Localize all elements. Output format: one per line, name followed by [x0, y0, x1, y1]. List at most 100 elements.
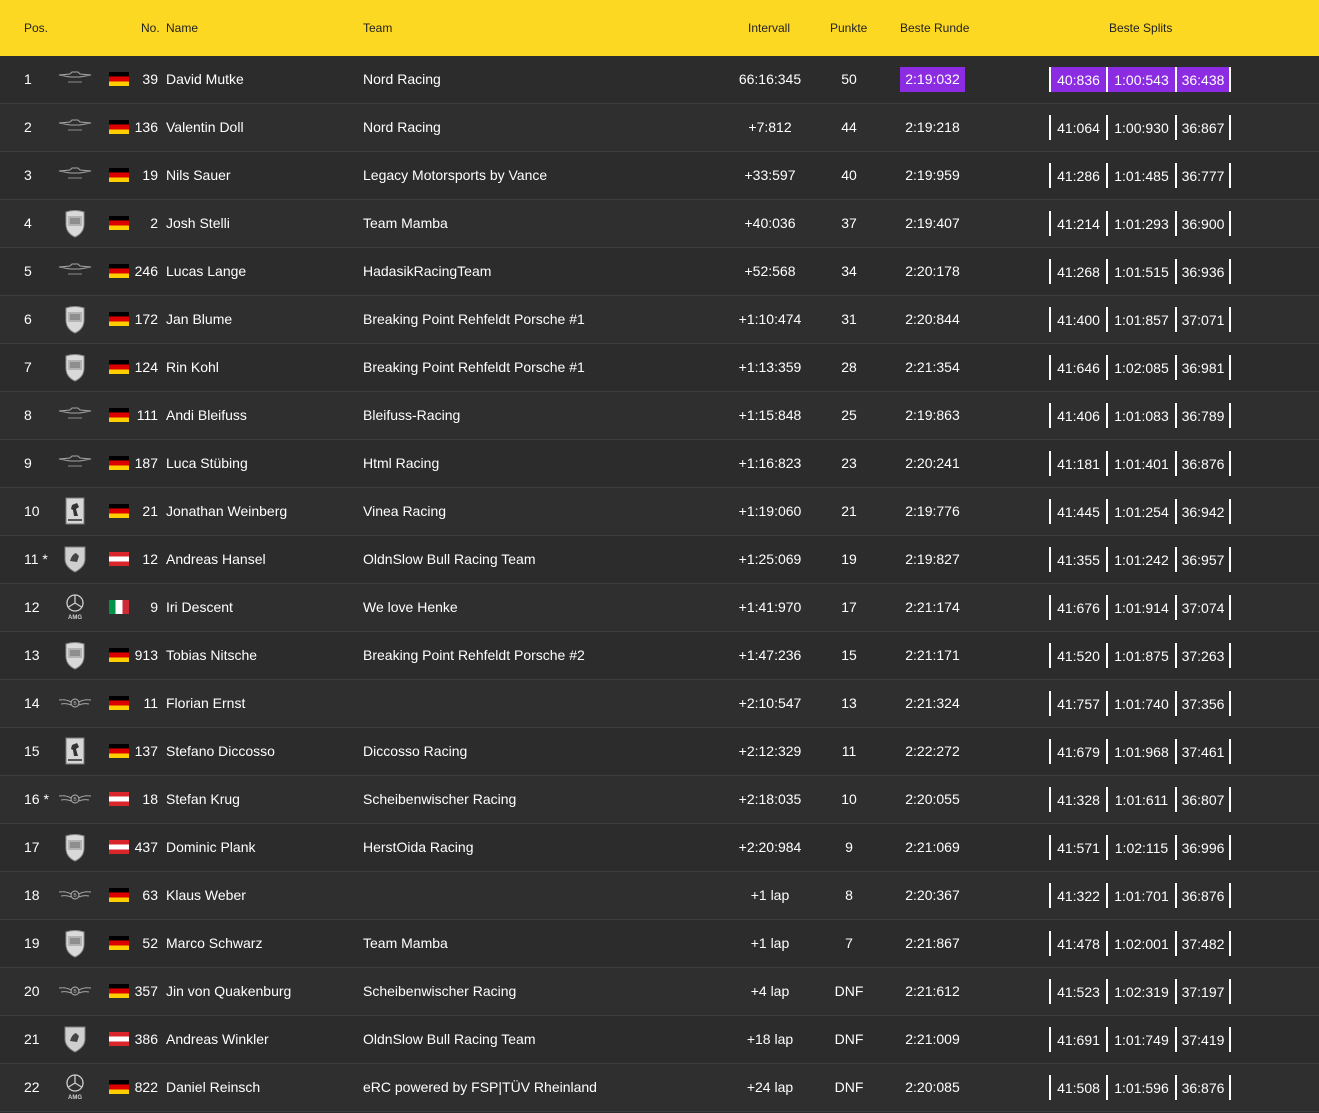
table-row[interactable]: 17 437 Dominic Plank HerstOida Racing +2:20:… [0, 824, 1319, 872]
team-name: Team Mamba [363, 935, 448, 951]
table-row[interactable]: 20 B 357 Jin von Quakenburg Scheibenwischer … [0, 968, 1319, 1016]
table-row[interactable]: 9 187 Luca Stübing Html Racing +1:16:823 23 2:… [0, 440, 1319, 488]
best-lap: 2:21:171 [905, 647, 960, 663]
car-number: 11 [143, 695, 158, 711]
team-name: Breaking Point Rehfeldt Porsche #1 [363, 359, 585, 375]
interval: +1:15:848 [738, 407, 802, 423]
table-row[interactable]: 6 172 Jan Blume Breaking Point Rehfeldt Por… [0, 296, 1319, 344]
table-row[interactable]: 13 913 Tobias Nitsche Breaking Point Rehfel… [0, 632, 1319, 680]
driver-name: Lucas Lange [166, 263, 247, 279]
bentley-icon: B [58, 784, 92, 814]
car-number: 111 [136, 407, 158, 423]
interval: +1:13:359 [738, 359, 802, 375]
car-number: 19 [142, 167, 158, 183]
table-row[interactable]: 4 2 Josh Stelli Team Mamba +40:036 37 2:19:407… [0, 200, 1319, 248]
split-1: 41:520 [1049, 643, 1106, 668]
table-row[interactable]: 1 39 David Mutke Nord Racing 66:16:345 50 2:19… [0, 56, 1319, 104]
table-row[interactable]: 22 AMG 822 Daniel Reinsch eRC powered by FSP… [0, 1064, 1319, 1112]
split-2: 1:01:875 [1106, 643, 1175, 668]
flag-de-icon [109, 1080, 129, 1094]
porsche-icon [58, 352, 92, 382]
table-row[interactable]: 11 * 12 Andreas Hansel OldnSlow Bull Racing… [0, 536, 1319, 584]
team-name: OldnSlow Bull Racing Team [363, 551, 536, 567]
table-row[interactable]: 15 137 Stefano Diccosso Diccosso Racing +2:1… [0, 728, 1319, 776]
points: DNF [834, 983, 864, 999]
best-splits: 41:691 1:01:749 37:419 [1049, 1027, 1231, 1052]
car-number: 21 [142, 503, 158, 519]
driver-name: Daniel Reinsch [166, 1079, 261, 1095]
car-number: 18 [142, 791, 158, 807]
best-splits: 41:445 1:01:254 36:942 [1049, 499, 1231, 524]
points: 11 [841, 743, 857, 759]
flag-de-icon [109, 168, 129, 182]
split-3: 36:876 [1175, 883, 1231, 908]
ferrari-icon [58, 496, 92, 526]
team-name: HerstOida Racing [363, 839, 474, 855]
split-1: 41:214 [1049, 211, 1106, 236]
split-1: 41:355 [1049, 547, 1106, 572]
points: 37 [841, 215, 857, 231]
points: 25 [841, 407, 857, 423]
split-1: 41:508 [1049, 1075, 1106, 1100]
split-3: 37:074 [1175, 595, 1231, 620]
table-row[interactable]: 8 111 Andi Bleifuss Bleifuss-Racing +1:15:84… [0, 392, 1319, 440]
aston-martin-icon [58, 256, 92, 286]
driver-name: Jan Blume [166, 311, 233, 327]
flag-at-icon [109, 552, 129, 566]
lamborghini-icon [58, 544, 92, 574]
split-2: 1:02:085 [1106, 355, 1175, 380]
split-3: 37:419 [1175, 1027, 1231, 1052]
points: 10 [841, 791, 857, 807]
driver-name: Florian Ernst [166, 695, 246, 711]
split-1: 41:676 [1049, 595, 1106, 620]
flag-de-icon [109, 504, 129, 518]
split-2: 1:01:914 [1106, 595, 1175, 620]
table-row[interactable]: 2 136 Valentin Doll Nord Racing +7:812 44 2:19… [0, 104, 1319, 152]
table-row[interactable]: 12 AMG 9 Iri Descent We love Henke +1:41:970 1… [0, 584, 1319, 632]
split-2: 1:02:115 [1106, 835, 1175, 860]
table-row[interactable]: 3 19 Nils Sauer Legacy Motorsports by Vance… [0, 152, 1319, 200]
split-2: 1:02:001 [1106, 931, 1175, 956]
split-1: 41:571 [1049, 835, 1106, 860]
split-2: 1:01:293 [1106, 211, 1175, 236]
car-number: 63 [142, 887, 158, 903]
best-lap: 2:21:069 [905, 839, 960, 855]
bentley-icon: B [58, 880, 92, 910]
best-splits: 41:328 1:01:611 36:807 [1049, 787, 1231, 812]
table-row[interactable]: 18 B 63 Klaus Weber +1 lap 8 2:20:367 41:322 1:0… [0, 872, 1319, 920]
best-splits: 40:836 1:00:543 36:438 [1049, 67, 1231, 92]
driver-name: Josh Stelli [166, 215, 230, 231]
split-3: 36:900 [1175, 211, 1231, 236]
table-row[interactable]: 10 21 Jonathan Weinberg Vinea Racing +1:19:0… [0, 488, 1319, 536]
split-3: 36:957 [1175, 547, 1231, 572]
split-1: 41:322 [1049, 883, 1106, 908]
split-2: 1:01:485 [1106, 163, 1175, 188]
best-lap: 2:21:174 [905, 599, 960, 615]
points: 28 [841, 359, 857, 375]
best-lap: 2:19:827 [905, 551, 960, 567]
aston-martin-icon [58, 160, 92, 190]
split-1: 41:328 [1049, 787, 1106, 812]
table-row[interactable]: 7 124 Rin Kohl Breaking Point Rehfeldt Pors… [0, 344, 1319, 392]
split-2: 1:02:319 [1106, 979, 1175, 1004]
best-lap: 2:21:324 [905, 695, 960, 711]
car-number: 172 [134, 311, 158, 327]
table-row[interactable]: 5 246 Lucas Lange HadasikRacingTeam +52:568 3… [0, 248, 1319, 296]
position: 4 [24, 215, 32, 231]
points: 23 [841, 455, 857, 471]
position: 12 [24, 599, 40, 615]
split-2: 1:01:254 [1106, 499, 1175, 524]
flag-de-icon [109, 408, 129, 422]
table-row[interactable]: 19 52 Marco Schwarz Team Mamba +1 lap 7 2:21:8… [0, 920, 1319, 968]
table-row[interactable]: 14 B 11 Florian Ernst +2:10:547 13 2:21:324 41:… [0, 680, 1319, 728]
position: 14 [24, 695, 40, 711]
interval: +33:597 [744, 167, 796, 183]
driver-name: Klaus Weber [166, 887, 246, 903]
split-3: 36:867 [1175, 115, 1231, 140]
table-row[interactable]: 21 386 Andreas Winkler OldnSlow Bull Racing… [0, 1016, 1319, 1064]
table-row[interactable]: 16 * B 18 Stefan Krug Scheibenwischer Racing… [0, 776, 1319, 824]
car-number: 39 [142, 71, 158, 87]
driver-name: Dominic Plank [166, 839, 256, 855]
ferrari-icon [58, 736, 92, 766]
car-number: 12 [142, 551, 158, 567]
